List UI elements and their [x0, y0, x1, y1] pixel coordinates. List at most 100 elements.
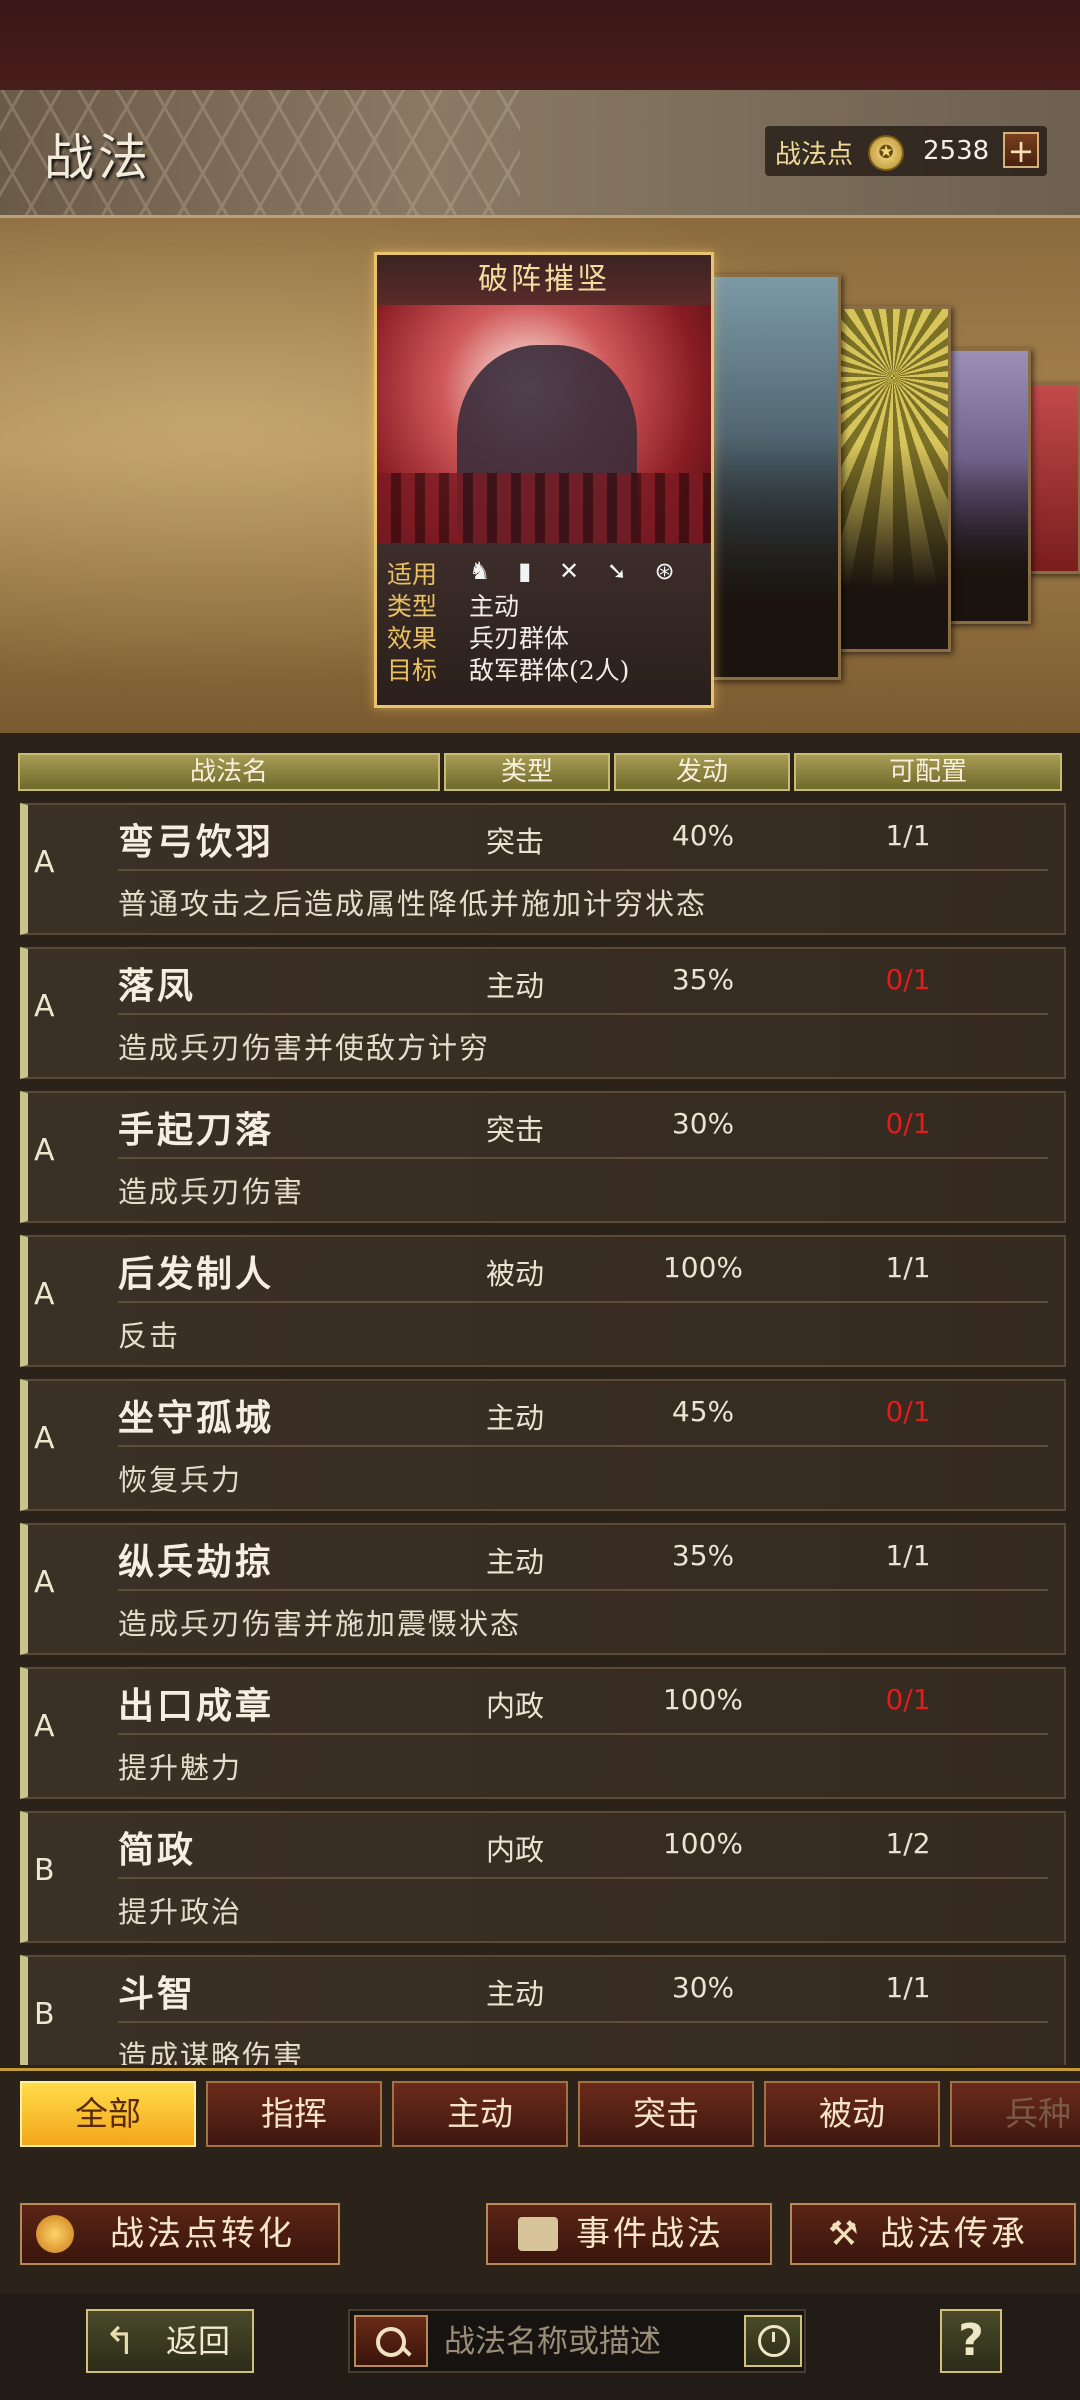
tactic-name: 坐守孤城	[118, 1397, 275, 1439]
tactic-card[interactable]	[1025, 383, 1080, 574]
tactic-type: 突击	[486, 825, 545, 859]
tab-passive[interactable]: 被动	[764, 2081, 940, 2147]
type-value: 主动	[469, 592, 520, 621]
add-points-button[interactable]: +	[1003, 132, 1039, 168]
tactic-points: 战法点 ✪ 2538 +	[765, 126, 1047, 176]
header: 战法 战法点 ✪ 2538 +	[0, 90, 1080, 218]
tactic-type: 内政	[486, 1689, 545, 1723]
tactic-description: 提升魅力	[118, 1751, 243, 1785]
tactic-description: 提升政治	[118, 1895, 243, 1929]
action-bar: 战法点转化 事件战法 ⚒ 战法传承	[0, 2178, 1080, 2293]
history-clock-icon[interactable]	[744, 2315, 802, 2367]
tactic-type: 内政	[486, 1833, 545, 1867]
row-divider	[118, 869, 1048, 871]
tactic-name: 斗智	[118, 1973, 197, 2015]
featured-tactic-info: 适用 ♞ ▮ ✕ ➘ ⊛ 类型 主动 效果 兵刃群体 目标 敌军群体(2人)	[377, 543, 711, 705]
search-box	[348, 2309, 806, 2373]
filter-tabs: 全部 指挥 主动 突击 被动 兵种	[0, 2068, 1080, 2181]
table-row[interactable]: A 后发制人 被动 100% 1/1 反击	[20, 1235, 1066, 1367]
tab-all[interactable]: 全部	[20, 2081, 196, 2147]
row-divider	[118, 1733, 1048, 1735]
tactic-card[interactable]	[835, 306, 951, 652]
tactic-card[interactable]	[705, 274, 841, 680]
table-row[interactable]: B 简政 内政 100% 1/2 提升政治	[20, 1811, 1066, 1943]
tactic-description: 造成兵刃伤害并施加震慑状态	[118, 1607, 522, 1641]
tactic-list: 战法名 类型 发动 可配置 A 弯弓饮羽 突击 40% 1/1 普通攻击之后造成属性降低并…	[0, 733, 1080, 2068]
tactic-name: 后发制人	[118, 1253, 275, 1295]
tactic-description: 恢复兵力	[118, 1463, 243, 1497]
row-divider	[118, 1589, 1048, 1591]
tactic-card[interactable]	[945, 348, 1031, 624]
row-divider	[118, 1157, 1048, 1159]
tactic-description: 普通攻击之后造成属性降低并施加计穷状态	[118, 887, 708, 921]
tactic-available-count: 0/1	[885, 1107, 931, 1140]
tactic-rate: 45%	[671, 1395, 735, 1428]
row-divider	[118, 1013, 1048, 1015]
tactic-name: 出口成章	[118, 1685, 275, 1727]
tactic-available-count: 0/1	[885, 1395, 931, 1428]
tactic-available-count: 1/1	[885, 1971, 931, 2004]
tactic-grade: A	[34, 1565, 55, 1600]
table-row[interactable]: A 坐守孤城 主动 45% 0/1 恢复兵力	[20, 1379, 1066, 1511]
tactic-name: 纵兵劫掠	[118, 1541, 275, 1583]
column-header-available[interactable]: 可配置	[794, 753, 1062, 791]
tactic-type: 主动	[486, 1401, 545, 1435]
tactic-available-count: 1/1	[885, 1539, 931, 1572]
type-label: 类型	[387, 592, 438, 621]
tactic-grade: B	[34, 1853, 55, 1888]
troop-type-icons: ♞ ▮ ✕ ➘ ⊛	[469, 557, 685, 585]
table-row[interactable]: A 出口成章 内政 100% 0/1 提升魅力	[20, 1667, 1066, 1799]
tactic-name: 简政	[118, 1829, 197, 1871]
tab-troop[interactable]: 兵种	[950, 2081, 1080, 2147]
tactic-rate: 100%	[662, 1251, 744, 1284]
tactic-grade: A	[34, 1133, 55, 1168]
table-row[interactable]: A 弯弓饮羽 突击 40% 1/1 普通攻击之后造成属性降低并施加计穷状态	[20, 803, 1066, 935]
tactic-rate: 30%	[671, 1971, 735, 2004]
column-header-type[interactable]: 类型	[444, 753, 610, 791]
back-button[interactable]: ↰ 返回	[86, 2309, 254, 2373]
tactic-rate: 100%	[662, 1683, 744, 1716]
tactic-name: 落凤	[118, 965, 197, 1007]
tactic-grade: A	[34, 1277, 55, 1312]
tab-active[interactable]: 主动	[392, 2081, 568, 2147]
table-row[interactable]: B 斗智 主动 30% 1/1 造成谋略伤害	[20, 1955, 1066, 2065]
column-header-name[interactable]: 战法名	[18, 753, 440, 791]
help-button[interactable]: ?	[940, 2309, 1002, 2373]
page-title: 战法	[44, 129, 152, 187]
inherit-tactics-button[interactable]: ⚒ 战法传承	[790, 2203, 1076, 2265]
table-row[interactable]: A 纵兵劫掠 主动 35% 1/1 造成兵刃伤害并施加震慑状态	[20, 1523, 1066, 1655]
tab-assault[interactable]: 突击	[578, 2081, 754, 2147]
event-tactics-button[interactable]: 事件战法	[486, 2203, 772, 2265]
column-header-rate[interactable]: 发动	[614, 753, 790, 791]
row-divider	[118, 1445, 1048, 1447]
search-icon[interactable]	[354, 2315, 428, 2367]
convert-points-button[interactable]: 战法点转化	[20, 2203, 340, 2265]
tactic-available-count: 0/1	[885, 963, 931, 996]
featured-tactic-card[interactable]: 破阵摧坚 适用 ♞ ▮ ✕ ➘ ⊛ 类型 主动 效果 兵刃群体 目标 敌军群体(…	[374, 252, 714, 708]
tactic-available-count: 1/2	[885, 1827, 931, 1860]
tactic-rows[interactable]: A 弯弓饮羽 突击 40% 1/1 普通攻击之后造成属性降低并施加计穷状态 A 落凤 主动 35%…	[20, 803, 1066, 2065]
tactic-type: 主动	[486, 969, 545, 1003]
tactic-name: 手起刀落	[118, 1109, 275, 1151]
tactic-rate: 100%	[662, 1827, 744, 1860]
tactic-grade: A	[34, 989, 55, 1024]
table-row[interactable]: A 落凤 主动 35% 0/1 造成兵刃伤害并使敌方计穷	[20, 947, 1066, 1079]
hammer-icon: ⚒	[828, 2214, 862, 2254]
flame-coin-icon	[36, 2215, 74, 2253]
tab-command[interactable]: 指挥	[206, 2081, 382, 2147]
search-input[interactable]	[442, 2319, 716, 2365]
tactic-type: 主动	[486, 1977, 545, 2011]
tactic-points-label: 战法点	[775, 140, 854, 170]
tactic-grade: A	[34, 845, 55, 880]
top-band	[0, 0, 1080, 90]
tactic-points-value: 2538	[923, 136, 990, 166]
featured-tactic-art	[377, 305, 711, 543]
tactic-rate: 35%	[671, 1539, 735, 1572]
scroll-icon	[518, 2217, 558, 2251]
table-row[interactable]: A 手起刀落 突击 30% 0/1 造成兵刃伤害	[20, 1091, 1066, 1223]
tactic-rate: 35%	[671, 963, 735, 996]
featured-tactic-name: 破阵摧坚	[377, 255, 711, 305]
tactic-available-count: 1/1	[885, 819, 931, 852]
row-divider	[118, 1877, 1048, 1879]
tactic-name: 弯弓饮羽	[118, 821, 275, 863]
